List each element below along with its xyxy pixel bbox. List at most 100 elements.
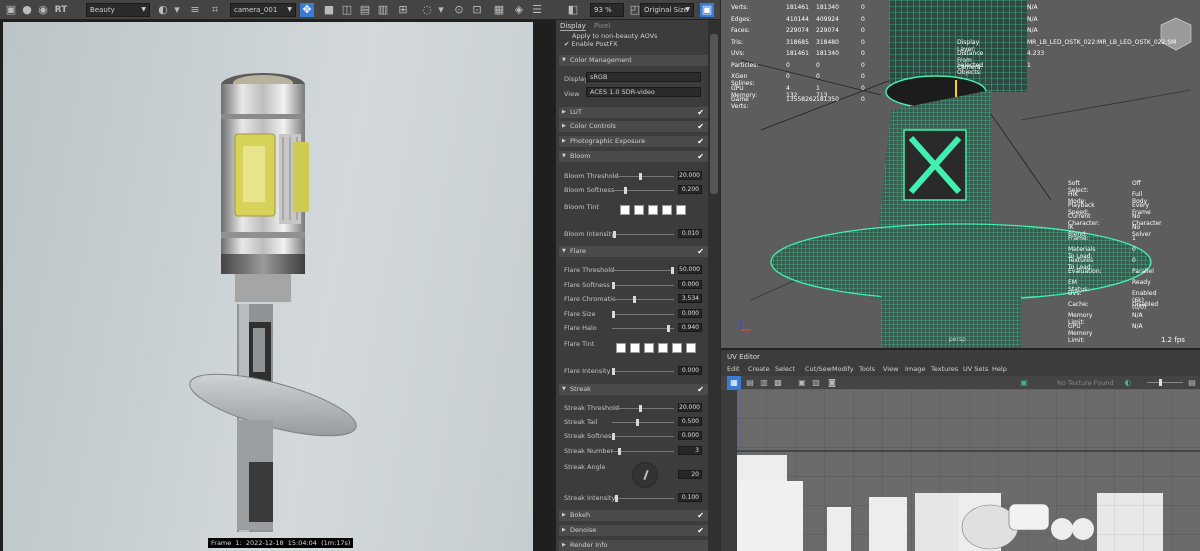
flare-chromatic-slider[interactable] [612, 296, 674, 303]
flare-intensity-slider[interactable] [612, 368, 674, 375]
section-flare[interactable]: ▼ Flare ✔ [559, 246, 709, 257]
check-icon[interactable]: ✔ [697, 136, 704, 147]
slider-handle[interactable] [614, 495, 618, 502]
slider-handle[interactable] [632, 296, 636, 303]
section-photographic-exposure[interactable]: ▶ Photographic Exposure ✔ [559, 136, 709, 147]
section-bloom[interactable]: ▼ Bloom ✔ [559, 151, 709, 162]
bloom-intensity-slider[interactable] [612, 231, 674, 238]
check-icon[interactable]: ✔ [697, 107, 704, 118]
cube-icon[interactable]: ◈ [512, 3, 526, 17]
slider-handle[interactable] [612, 282, 615, 289]
viewport-3d[interactable]: Verts: 181461 181340 0 Edges: 410144 409924 0 Fa… [721, 0, 1200, 348]
streak-angle-field[interactable]: 20 [678, 470, 702, 479]
uv-image-icon[interactable]: ▣ [795, 376, 809, 390]
slider-handle[interactable] [667, 325, 671, 332]
color-picker-icon[interactable]: ◧ [566, 3, 580, 17]
streak-softness-slider[interactable] [612, 433, 674, 440]
uv-checker-icon[interactable]: ▥ [757, 376, 771, 390]
display-select[interactable]: sRGB [586, 72, 701, 82]
section-color-controls[interactable]: ▶ Color Controls ✔ [559, 121, 709, 132]
slider-handle[interactable] [638, 173, 642, 180]
check-icon[interactable]: ✔ [697, 151, 704, 162]
viewport-toggle-icon[interactable]: ▣ [700, 3, 714, 17]
section-color-management[interactable]: ▼ Color Management [559, 55, 709, 66]
streak-number-slider[interactable] [612, 448, 674, 455]
grid-icon[interactable]: ⊞ [396, 3, 410, 17]
slider-handle[interactable] [671, 267, 674, 274]
slider-handle[interactable] [612, 368, 615, 375]
enable-postfx-option[interactable]: ✔ Enable PostFX [564, 40, 618, 48]
overlay-icon[interactable]: ▥ [376, 3, 390, 17]
scrollbar-thumb[interactable] [710, 34, 718, 194]
uv-menu-item[interactable]: Select [775, 365, 795, 373]
streak-threshold-slider[interactable] [612, 405, 674, 412]
flare-tint-swatch[interactable] [686, 343, 696, 353]
bloom-tint-swatch[interactable] [676, 205, 686, 215]
list-icon[interactable]: ≡ [188, 3, 202, 17]
flare-halo-field[interactable]: 0.940 [678, 323, 702, 332]
bloom-tint-swatch[interactable] [648, 205, 658, 215]
camera-icon[interactable]: ■ [322, 3, 336, 17]
uv-menu-item[interactable]: Help [992, 365, 1007, 373]
flare-tint-swatch[interactable] [672, 343, 682, 353]
size-mode-select[interactable]: Original Size ▼ [640, 3, 694, 17]
zoom-field[interactable]: 93 % [590, 3, 624, 17]
uv-canvas[interactable] [737, 389, 1200, 551]
streak-threshold-field[interactable]: 20.000 [678, 403, 702, 412]
check-icon[interactable]: ✔ [697, 510, 704, 521]
layers-icon[interactable]: ☰ [530, 3, 544, 17]
flare-threshold-field[interactable]: 50.000 [678, 265, 702, 274]
camera-select[interactable]: camera_001 ▼ [230, 3, 296, 17]
bloom-softness-field[interactable]: 0.200 [678, 185, 702, 194]
view-select[interactable]: ACES 1.0 SDR-video [586, 87, 701, 97]
check-icon[interactable]: ✔ [697, 384, 704, 395]
flare-size-slider[interactable] [612, 311, 674, 318]
streak-number-field[interactable]: 3 [678, 446, 702, 455]
streak-intensity-slider[interactable] [612, 495, 674, 502]
flare-softness-slider[interactable] [612, 282, 674, 289]
uv-menu-item[interactable]: Textures [931, 365, 958, 373]
bloom-tint-swatch[interactable] [662, 205, 672, 215]
uv-menu-item[interactable]: Edit [727, 365, 740, 373]
rendered-image[interactable] [3, 22, 533, 551]
flare-softness-field[interactable]: 0.000 [678, 280, 702, 289]
section-bokeh[interactable]: ▶ Bokeh ✔ [559, 510, 709, 521]
channel-icon[interactable]: ◫ [340, 3, 354, 17]
flare-intensity-field[interactable]: 0.000 [678, 366, 702, 375]
uv-camera-icon[interactable]: ◙ [825, 376, 839, 390]
uv-exposure-slider[interactable] [1147, 382, 1183, 383]
crop-icon[interactable]: ⌗ [208, 3, 222, 17]
render-icon[interactable]: ● [20, 3, 34, 17]
uv-menu-item[interactable]: Cut/Sew [805, 365, 832, 373]
uv-texture-icon[interactable]: ▣ [1017, 376, 1031, 390]
slider-handle[interactable] [638, 405, 642, 412]
chevron-down-icon[interactable]: ▾ [170, 3, 184, 17]
flare-tint-swatch[interactable] [658, 343, 668, 353]
streak-softness-field[interactable]: 0.000 [678, 431, 702, 440]
chevron-down-icon[interactable]: ▾ [434, 3, 448, 17]
flare-size-field[interactable]: 0.000 [678, 309, 702, 318]
uv-menu-item[interactable]: Create [748, 365, 770, 373]
section-render-info[interactable]: ▶ Render Info [559, 540, 709, 551]
slider-handle[interactable] [1159, 379, 1162, 386]
bloom-softness-slider[interactable] [612, 187, 674, 194]
uv-menu-item[interactable]: Modify [832, 365, 854, 373]
streak-tail-field[interactable]: 0.500 [678, 417, 702, 426]
streak-tail-slider[interactable] [612, 419, 674, 426]
aov-icon[interactable]: ◐ [156, 3, 170, 17]
ipr-icon[interactable]: ◉ [36, 3, 50, 17]
display-icon[interactable]: ▦ [492, 3, 506, 17]
section-streak[interactable]: ▼ Streak ✔ [559, 384, 709, 395]
uv-display-icon[interactable]: ▤ [1185, 376, 1199, 390]
rt-button[interactable]: RT [54, 3, 68, 17]
alpha-icon[interactable]: ▤ [358, 3, 372, 17]
uv-menu-item[interactable]: UV Sets [963, 365, 988, 373]
uv-exposure-icon[interactable]: ◐ [1121, 376, 1135, 390]
streak-intensity-field[interactable]: 0.100 [678, 493, 702, 502]
flare-tint-swatch[interactable] [644, 343, 654, 353]
check-icon[interactable]: ✔ [697, 525, 704, 536]
section-lut[interactable]: ▶ LUT ✔ [559, 107, 709, 118]
uv-menu-item[interactable]: View [883, 365, 898, 373]
slider-handle[interactable] [612, 433, 615, 440]
slider-handle[interactable] [635, 419, 639, 426]
